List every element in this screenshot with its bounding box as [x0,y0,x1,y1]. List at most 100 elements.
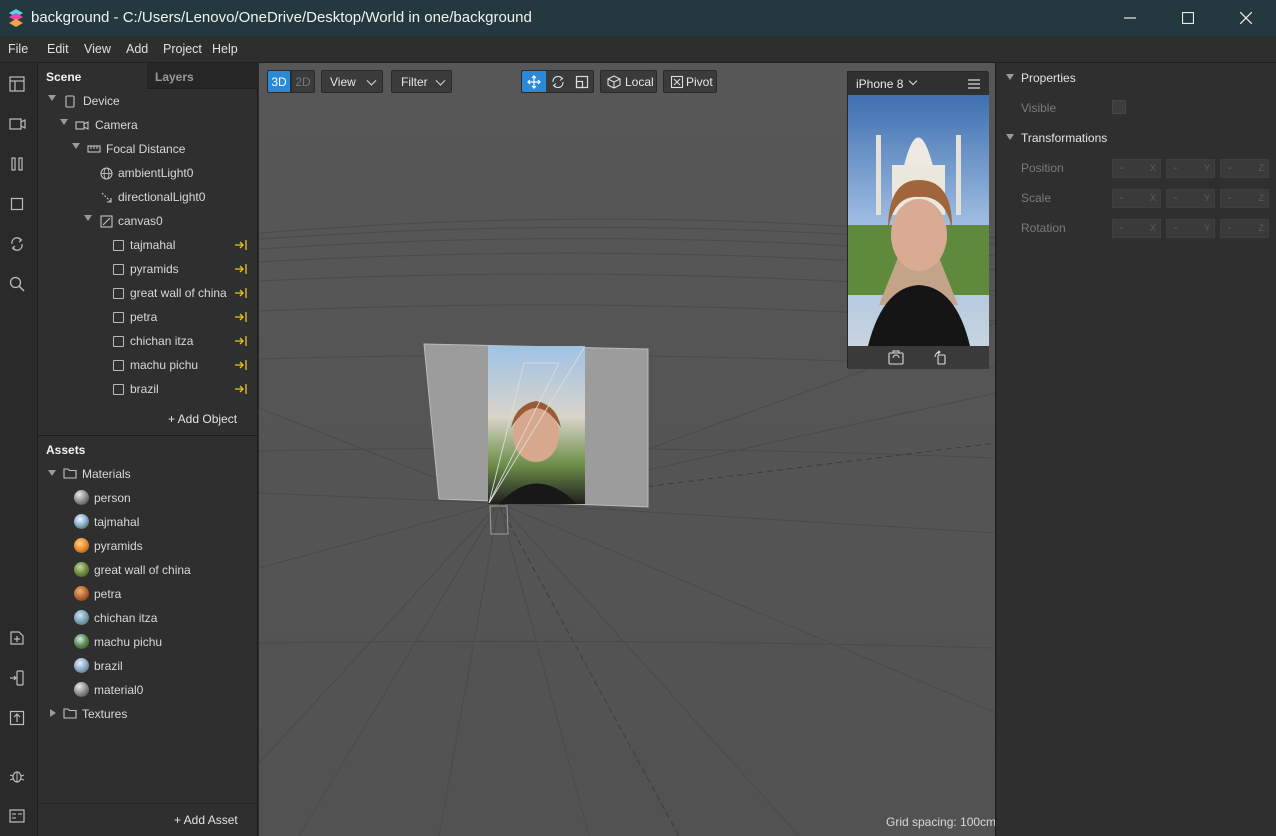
folder-label: Textures [82,707,128,721]
tree-item-petra[interactable]: petra [38,306,256,328]
position-x-field[interactable]: -X [1112,159,1161,178]
expand-arrow-icon[interactable] [72,143,80,149]
asset-item-petra[interactable]: petra [38,583,256,605]
properties-section-header[interactable]: Properties [997,67,1276,89]
menu-help[interactable]: Help [212,42,238,56]
menu-project[interactable]: Project [163,42,202,56]
add-object-button[interactable]: + Add Object [168,412,237,426]
link-arrow-icon[interactable] [234,383,248,395]
move-tool-button[interactable] [522,71,546,92]
mode-3d-button[interactable]: 3D [267,70,291,93]
pause-icon[interactable] [7,154,27,174]
mode-2d-button[interactable]: 2D [291,70,315,93]
bug-icon[interactable] [7,766,27,786]
tree-item-label: tajmahal [130,238,176,252]
scene-viewport[interactable]: 3D 2D View Filter Local Pivot iPhone 8 G… [259,63,996,836]
filter-dropdown[interactable]: Filter [391,70,452,93]
link-arrow-icon[interactable] [234,359,248,371]
tree-item-machu-pichu[interactable]: machu pichu [38,354,256,376]
tree-item-canvas[interactable]: canvas0 [38,210,256,232]
tab-layers[interactable]: Layers [147,63,258,89]
minimize-button[interactable] [1101,0,1159,36]
folder-materials[interactable]: Materials [38,463,256,485]
flip-camera-icon[interactable] [888,350,904,365]
axis-label: Y [1203,163,1210,173]
link-arrow-icon[interactable] [234,239,248,251]
asset-label: machu pichu [94,635,163,649]
rotate-tool-button[interactable] [546,71,570,92]
maximize-button[interactable] [1159,0,1217,36]
new-file-icon[interactable] [7,628,27,648]
menu-add[interactable]: Add [126,42,148,56]
asset-item-tajmahal[interactable]: tajmahal [38,511,256,533]
scale-z-field[interactable]: -Z [1220,189,1269,208]
rotation-y-field[interactable]: -Y [1166,219,1215,238]
rectangle-icon [111,310,125,324]
asset-item-great-wall[interactable]: great wall of china [38,559,256,581]
asset-item-material0[interactable]: material0 [38,679,256,701]
add-asset-button[interactable]: + Add Asset [174,813,238,827]
tree-item-directional-light[interactable]: directionalLight0 [38,186,256,208]
stop-icon[interactable] [7,194,27,214]
menu-view[interactable]: View [84,42,111,56]
asset-item-machu-pichu[interactable]: machu pichu [38,631,256,653]
search-icon[interactable] [7,274,27,294]
scene-tabs: Scene Layers [38,63,258,89]
link-arrow-icon[interactable] [234,287,248,299]
position-z-field[interactable]: -Z [1220,159,1269,178]
expand-arrow-icon[interactable] [48,95,56,101]
rotation-x-field[interactable]: -X [1112,219,1161,238]
scale-x-field[interactable]: -X [1112,189,1161,208]
scale-tool-button[interactable] [570,71,594,92]
tree-item-device[interactable]: Device [38,90,256,112]
asset-item-brazil[interactable]: brazil [38,655,256,677]
properties-panel: Properties Visible Transformations Posit… [997,63,1276,836]
tree-item-great-wall[interactable]: great wall of china [38,282,256,304]
video-icon[interactable] [7,114,27,134]
close-button[interactable] [1217,0,1275,36]
expand-arrow-icon[interactable] [84,215,92,221]
tree-item-camera[interactable]: Camera [38,114,256,136]
asset-item-chichan-itza[interactable]: chichan itza [38,607,256,629]
tree-item-brazil[interactable]: brazil [38,378,256,400]
refresh-icon[interactable] [7,234,27,254]
transformations-section-header[interactable]: Transformations [997,127,1276,149]
expand-arrow-icon[interactable] [1006,74,1014,80]
field-value: - [1174,193,1178,204]
expand-arrow-icon[interactable] [48,470,56,476]
menu-edit[interactable]: Edit [47,42,69,56]
tree-item-pyramids[interactable]: pyramids [38,258,256,280]
link-arrow-icon[interactable] [234,335,248,347]
tree-item-tajmahal[interactable]: tajmahal [38,234,256,256]
tree-item-focal-distance[interactable]: Focal Distance [38,138,256,160]
console-icon[interactable] [7,806,27,826]
expand-arrow-icon[interactable] [1006,134,1014,140]
link-arrow-icon[interactable] [234,311,248,323]
rotate-device-icon[interactable] [933,350,949,365]
local-space-button[interactable]: Local [600,70,657,93]
tree-item-ambient-light[interactable]: ambientLight0 [38,162,256,184]
send-to-device-icon[interactable] [7,668,27,688]
hamburger-menu-icon[interactable] [968,79,980,89]
asset-label: tajmahal [94,515,140,529]
chevron-down-icon[interactable] [908,76,918,86]
pivot-button[interactable]: Pivot [663,70,717,93]
layout-icon[interactable] [7,74,27,94]
rotation-z-field[interactable]: -Z [1220,219,1269,238]
folder-textures[interactable]: Textures [38,703,256,725]
visible-checkbox[interactable] [1112,100,1126,114]
scale-y-field[interactable]: -Y [1166,189,1215,208]
upload-icon[interactable] [7,708,27,728]
material-sphere-icon [74,634,89,649]
tab-scene[interactable]: Scene [38,63,147,89]
expand-arrow-icon[interactable] [60,119,68,125]
asset-item-person[interactable]: person [38,487,256,509]
collapse-arrow-icon[interactable] [50,709,56,717]
view-dropdown[interactable]: View [321,70,383,93]
link-arrow-icon[interactable] [234,263,248,275]
tree-item-chichan-itza[interactable]: chichan itza [38,330,256,352]
device-selector[interactable]: iPhone 8 [856,77,903,91]
menu-file[interactable]: File [8,42,28,56]
asset-item-pyramids[interactable]: pyramids [38,535,256,557]
position-y-field[interactable]: -Y [1166,159,1215,178]
